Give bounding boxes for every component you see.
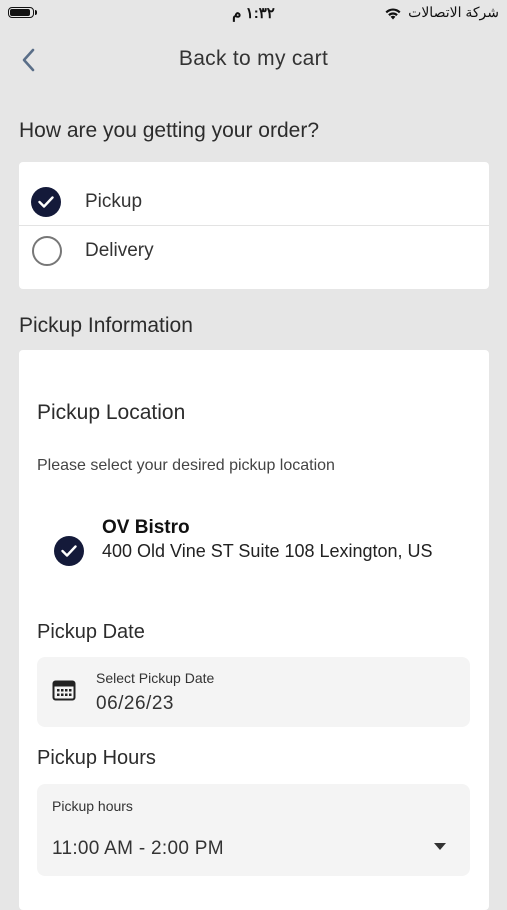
carrier-name: شركة الاتصالات [408, 4, 499, 20]
carrier-info: شركة الاتصالات [384, 4, 499, 21]
pickup-info-heading: Pickup Information [19, 314, 193, 337]
wifi-icon [385, 7, 401, 19]
pickup-hours-label: Pickup hours [52, 798, 133, 814]
pickup-option[interactable]: Pickup [19, 174, 489, 230]
dropdown-arrow-icon[interactable] [434, 843, 446, 850]
location-name[interactable]: OV Bistro [102, 517, 190, 539]
calendar-icon [52, 680, 76, 701]
pickup-date-title: Pickup Date [37, 621, 145, 643]
location-address: 400 Old Vine ST Suite 108 Lexington, US [102, 541, 433, 561]
radio-empty-icon[interactable] [32, 236, 62, 266]
pickup-date-value: 06/26/23 [96, 693, 174, 714]
order-method-heading: How are you getting your order? [19, 119, 319, 142]
pickup-hours-title: Pickup Hours [37, 747, 156, 769]
pickup-date-field[interactable]: Select Pickup Date 06/26/23 [37, 657, 470, 727]
check-circle-icon[interactable] [54, 536, 84, 566]
pickup-option-label: Pickup [85, 191, 143, 212]
delivery-option[interactable]: Delivery [19, 223, 489, 279]
status-bar: ١:٣٢ م شركة الاتصالات [0, 0, 507, 28]
pickup-location-title: Pickup Location [37, 401, 186, 424]
nav-bar: Back to my cart [0, 38, 507, 84]
pickup-hours-value: 11:00 AM - 2:00 PM [52, 838, 224, 859]
pickup-date-label: Select Pickup Date [96, 670, 215, 686]
pickup-hours-select[interactable]: Pickup hours 11:00 AM - 2:00 PM [37, 784, 470, 876]
check-circle-icon[interactable] [31, 187, 61, 217]
pickup-info-card: Pickup Location Please select your desir… [19, 350, 489, 910]
nav-title[interactable]: Back to my cart [0, 47, 507, 71]
order-method-card: Pickup Delivery [19, 162, 489, 289]
delivery-option-label: Delivery [85, 240, 154, 261]
pickup-location-helper: Please select your desired pickup locati… [37, 457, 335, 474]
